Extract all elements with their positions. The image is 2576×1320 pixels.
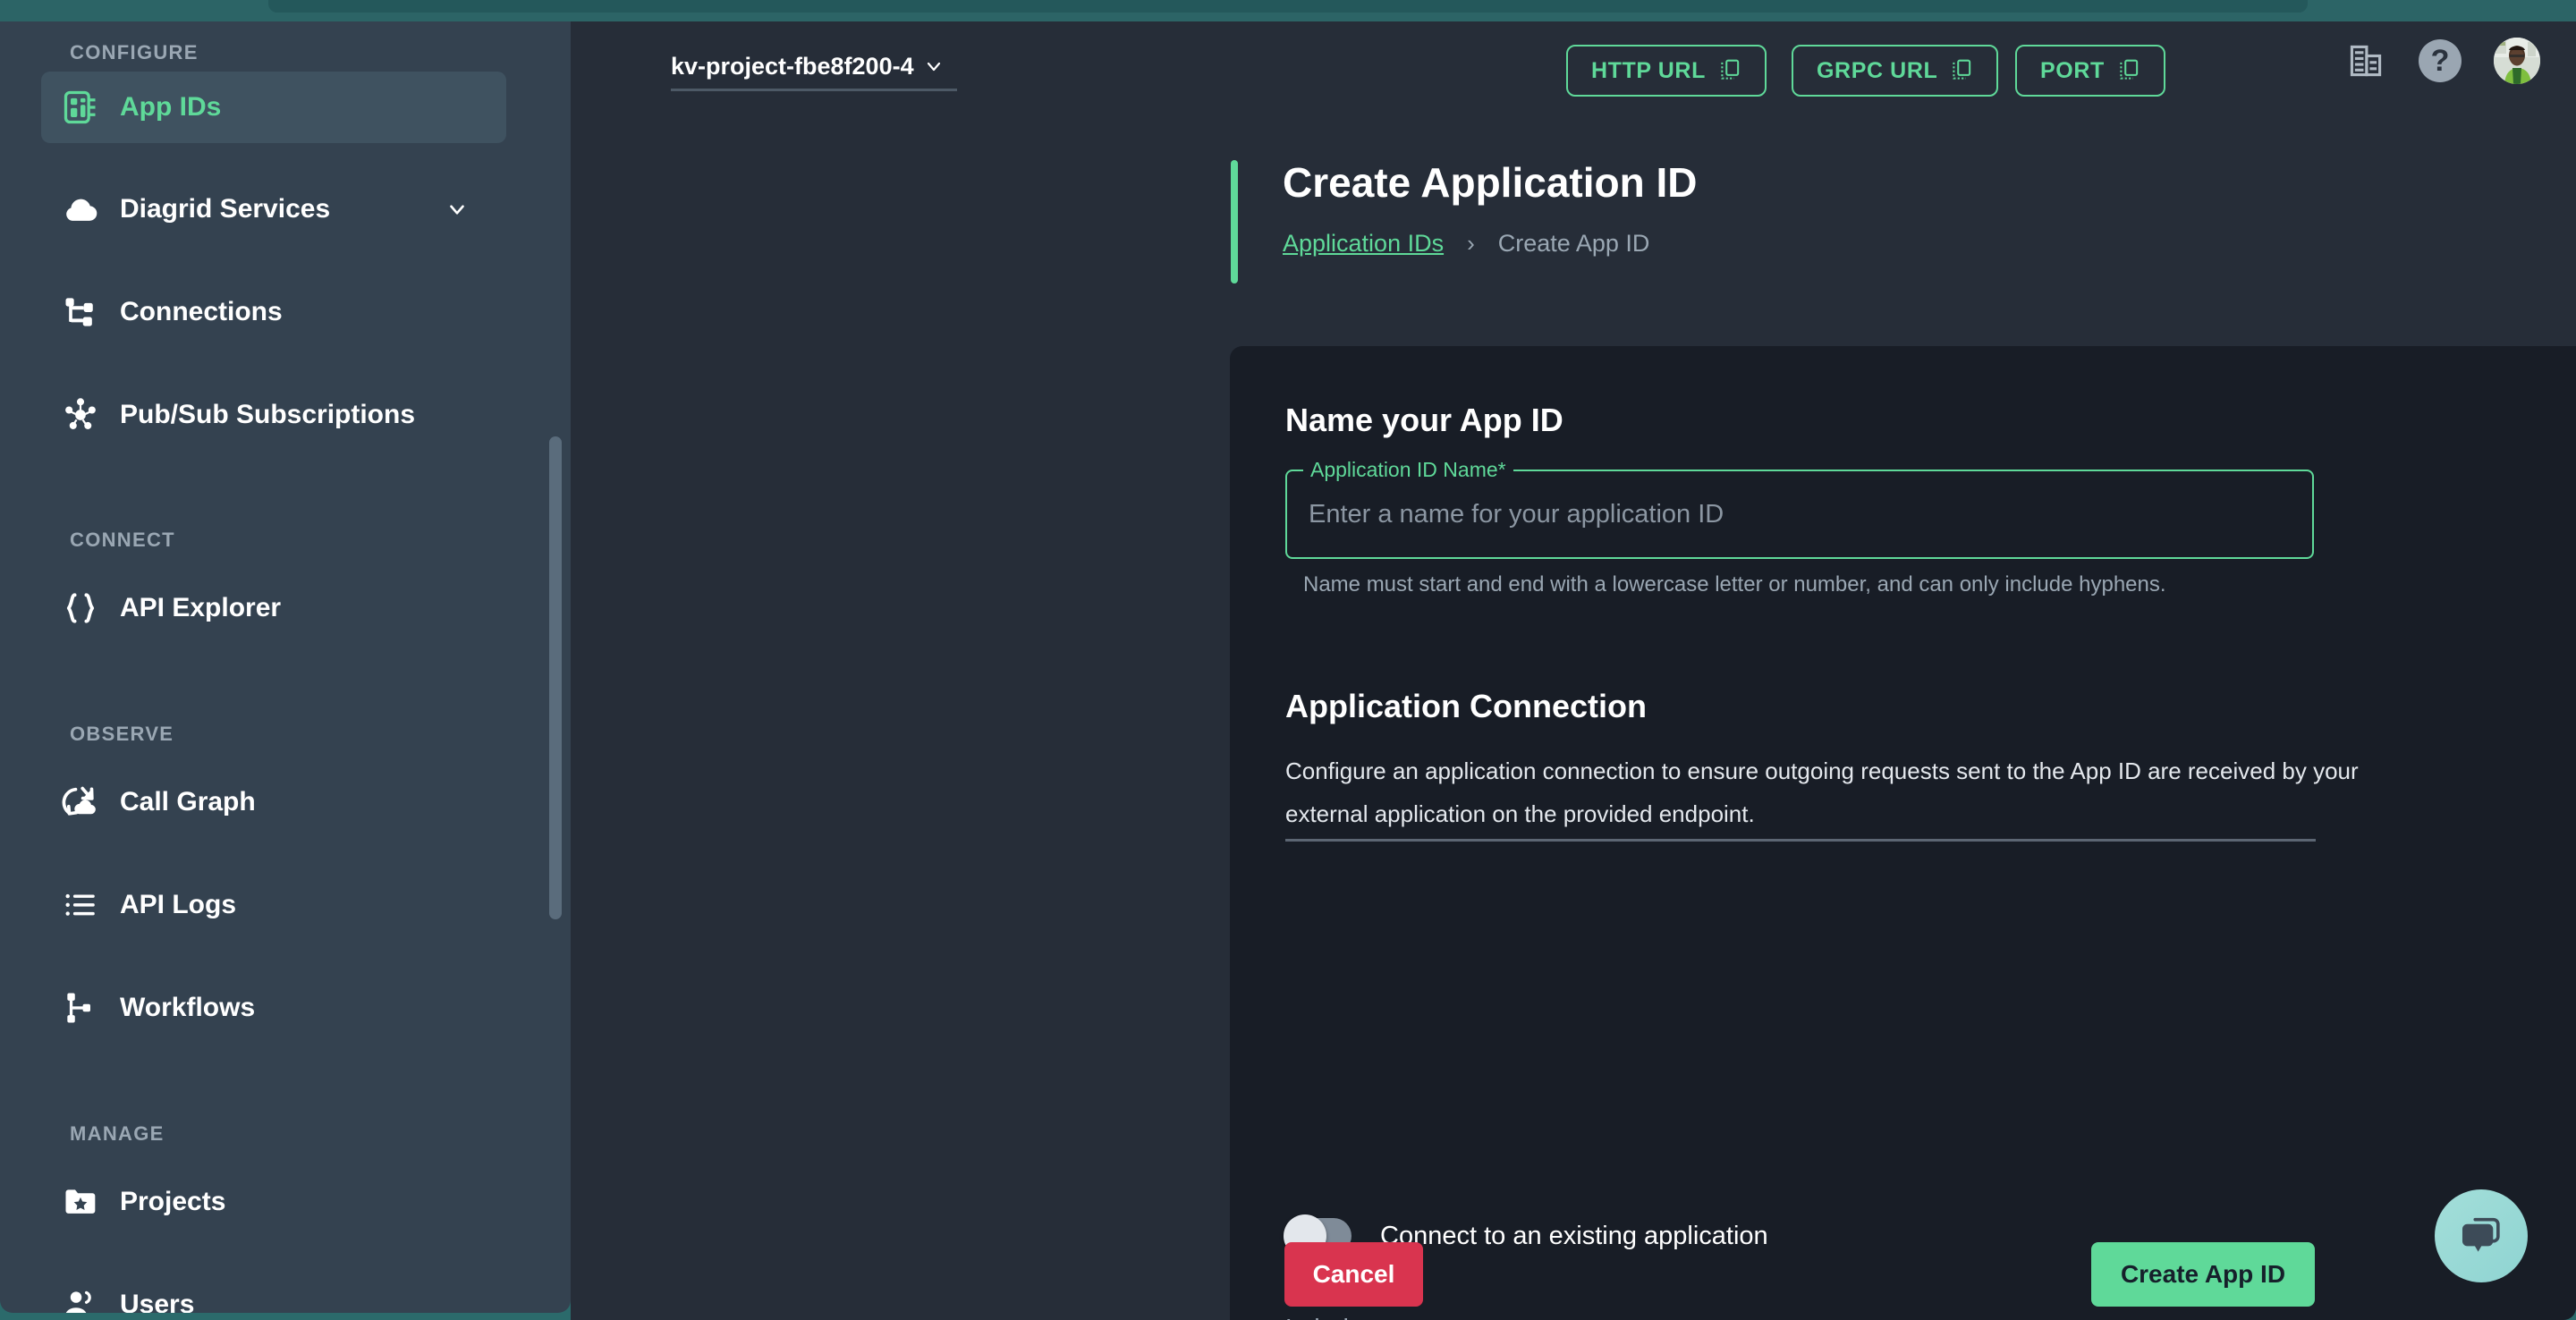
sidebar-item-label: API Logs	[120, 890, 237, 919]
sidebar-item-app-ids[interactable]: App IDs	[41, 72, 506, 143]
folder-star-icon	[55, 1177, 106, 1227]
call-graph-icon	[55, 777, 106, 827]
top-bar: kv-project-fbe8f200-4 HTTP URL GRPC URL …	[571, 21, 2576, 106]
breadcrumb-current: Create App ID	[1497, 230, 1650, 257]
application-window: CONFIGURE App IDs Diagrid Services Conne…	[0, 0, 2576, 1320]
sidebar-section-observe: OBSERVE	[70, 723, 174, 745]
breadcrumb: Application IDs › Create App ID	[1283, 230, 1649, 258]
main-content-area: kv-project-fbe8f200-4 HTTP URL GRPC URL …	[571, 21, 2576, 1320]
browser-top-strip-inner	[268, 0, 2308, 13]
sidebar-item-label: Diagrid Services	[120, 194, 331, 224]
braces-icon	[55, 583, 106, 633]
sidebar-item-workflows[interactable]: Workflows	[41, 972, 506, 1044]
connect-existing-application-label: Connect to an existing application	[1380, 1221, 1768, 1250]
sidebar-item-api-explorer[interactable]: API Explorer	[41, 572, 506, 644]
sidebar-section-manage: MANAGE	[70, 1122, 165, 1145]
app-ids-icon	[55, 82, 106, 132]
button-label: GRPC URL	[1817, 57, 1938, 83]
pubsub-icon	[55, 390, 106, 440]
chevron-down-icon[interactable]	[445, 198, 469, 221]
sidebar-scrollbar-thumb[interactable]	[549, 436, 562, 919]
page-header: Create Application ID Application IDs › …	[1231, 159, 1946, 283]
cancel-button[interactable]: Cancel	[1284, 1242, 1423, 1307]
top-bar-actions: ?	[2345, 38, 2540, 84]
users-icon	[55, 1280, 106, 1313]
chevron-down-icon	[923, 55, 945, 77]
application-connection-description-line1: Configure an application connection to e…	[1285, 757, 2359, 784]
sidebar-item-connections[interactable]: Connections	[41, 276, 506, 348]
help-icon[interactable]: ?	[2419, 39, 2462, 82]
application-connection-title: Application Connection	[1285, 688, 1647, 724]
sidebar-item-label: Projects	[120, 1187, 226, 1216]
organization-icon[interactable]	[2345, 40, 2386, 81]
section-divider	[1285, 839, 2316, 842]
workflow-icon	[55, 983, 106, 1033]
button-label: PORT	[2040, 57, 2105, 83]
sidebar-item-label: Workflows	[120, 993, 256, 1022]
copy-icon	[2117, 58, 2140, 83]
sidebar-item-api-logs[interactable]: API Logs	[41, 869, 506, 941]
sidebar-section-configure: CONFIGURE	[70, 41, 199, 63]
port-copy-button[interactable]: PORT	[2015, 45, 2165, 97]
sidebar-item-label: Connections	[120, 297, 283, 326]
project-selector-dropdown[interactable]: kv-project-fbe8f200-4	[671, 45, 957, 91]
http-url-copy-button[interactable]: HTTP URL	[1566, 45, 1767, 97]
sidebar-section-connect: CONNECT	[70, 529, 175, 551]
project-name: kv-project-fbe8f200-4	[671, 53, 914, 80]
chat-bubble-icon	[2455, 1210, 2507, 1262]
application-id-name-label: Application ID Name*	[1303, 457, 1513, 482]
connections-icon	[55, 287, 106, 337]
sidebar-item-label: App IDs	[120, 92, 222, 122]
create-app-id-button[interactable]: Create App ID	[2091, 1242, 2315, 1307]
create-app-id-form-card: Name your App ID Application ID Name* Na…	[1230, 346, 2576, 1320]
accent-bar	[1231, 160, 1238, 283]
sidebar-item-label: Call Graph	[120, 787, 256, 817]
application-connection-description-line2: external application on the provided end…	[1285, 800, 1755, 827]
breadcrumb-separator: ›	[1467, 230, 1475, 257]
sidebar-item-users[interactable]: Users	[41, 1269, 506, 1313]
create-app-id-button-label: Create App ID	[2120, 1260, 2286, 1288]
sidebar-item-label: API Explorer	[120, 593, 282, 622]
copy-icon	[1950, 58, 1973, 83]
breadcrumb-link-application-ids[interactable]: Application IDs	[1283, 230, 1444, 258]
copy-icon	[1718, 58, 1741, 83]
sidebar-item-projects[interactable]: Projects	[41, 1166, 506, 1238]
page-title: Create Application ID	[1283, 159, 1698, 206]
avatar[interactable]	[2494, 38, 2540, 84]
name-section-title: Name your App ID	[1285, 402, 1563, 438]
sidebar-item-call-graph[interactable]: Call Graph	[41, 766, 506, 838]
grpc-url-copy-button[interactable]: GRPC URL	[1792, 45, 1999, 97]
sidebar-navigation: CONFIGURE App IDs Diagrid Services Conne…	[0, 21, 571, 1313]
cloud-icon	[55, 184, 106, 234]
application-id-name-input[interactable]	[1285, 470, 2314, 559]
application-id-name-field[interactable]: Application ID Name*	[1285, 457, 2314, 559]
sidebar-item-pubsub-subscriptions[interactable]: Pub/Sub Subscriptions	[41, 379, 506, 451]
application-id-name-helper-text: Name must start and end with a lowercase…	[1303, 572, 2166, 597]
list-icon	[55, 880, 106, 930]
browser-top-strip	[0, 0, 2576, 21]
button-label: HTTP URL	[1591, 57, 1706, 83]
sidebar-item-label: Users	[120, 1290, 195, 1313]
cancel-button-label: Cancel	[1312, 1260, 1395, 1288]
sidebar-scrollbar[interactable]	[549, 75, 564, 1309]
chat-widget-button[interactable]	[2435, 1189, 2528, 1282]
labels-heading: Labels	[1285, 1315, 1361, 1320]
sidebar-item-diagrid-services[interactable]: Diagrid Services	[41, 173, 506, 245]
sidebar-item-label: Pub/Sub Subscriptions	[120, 400, 416, 429]
